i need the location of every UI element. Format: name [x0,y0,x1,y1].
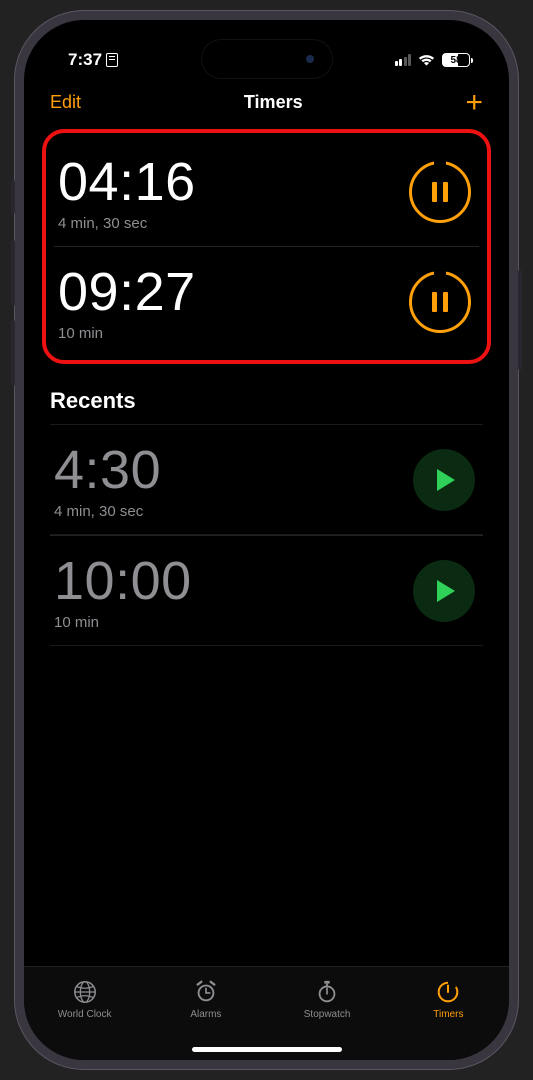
recent-timer-time: 10:00 [54,550,192,612]
recent-timer-time: 4:30 [54,439,161,501]
tab-stopwatch[interactable]: Stopwatch [267,979,388,1020]
cellular-signal-icon [395,54,412,66]
nav-header: Edit Timers + [24,78,509,123]
recent-timer-label: 4 min, 30 sec [54,503,161,520]
play-icon [437,580,455,602]
clock-app-screen: 7:37 58 Edit Timers + [24,20,509,1060]
tab-timers[interactable]: Timers [388,979,509,1020]
stopwatch-icon [313,979,341,1005]
tab-alarms[interactable]: Alarms [145,979,266,1020]
globe-icon [71,979,99,1005]
tab-label: Timers [433,1009,463,1020]
wifi-icon [418,54,435,67]
timer-label: 4 min, 30 sec [58,215,196,232]
home-indicator[interactable] [192,1047,342,1052]
pause-icon [432,292,448,312]
start-button[interactable] [413,449,475,511]
battery-indicator: 58 [442,53,473,67]
edit-button[interactable]: Edit [50,92,81,113]
focus-icon [106,53,118,67]
tab-bar: World Clock Alarms [24,966,509,1060]
add-timer-button[interactable]: + [465,93,483,113]
timer-remaining: 09:27 [58,261,196,323]
tab-world-clock[interactable]: World Clock [24,979,145,1020]
recent-timer-label: 10 min [54,614,192,631]
play-icon [437,469,455,491]
pause-icon [432,182,448,202]
timer-remaining: 04:16 [58,151,196,213]
timer-icon [434,979,462,1005]
active-timer-row[interactable]: 04:16 4 min, 30 sec [54,137,479,246]
status-time: 7:37 [68,50,102,70]
recent-timer-row[interactable]: 4:30 4 min, 30 sec [50,424,483,535]
recent-timer-row[interactable]: 10:00 10 min [50,535,483,646]
pause-button[interactable] [409,161,471,223]
active-timers-highlight: 04:16 4 min, 30 sec 09:27 10 min [42,129,491,364]
alarm-clock-icon [192,979,220,1005]
tab-label: World Clock [58,1009,112,1020]
page-title: Timers [244,92,303,113]
dynamic-island [202,40,332,78]
tab-label: Alarms [190,1009,221,1020]
tab-label: Stopwatch [304,1009,351,1020]
recents-heading: Recents [24,364,509,424]
pause-button[interactable] [409,271,471,333]
timer-label: 10 min [58,325,196,342]
active-timer-row[interactable]: 09:27 10 min [54,246,479,356]
start-button[interactable] [413,560,475,622]
